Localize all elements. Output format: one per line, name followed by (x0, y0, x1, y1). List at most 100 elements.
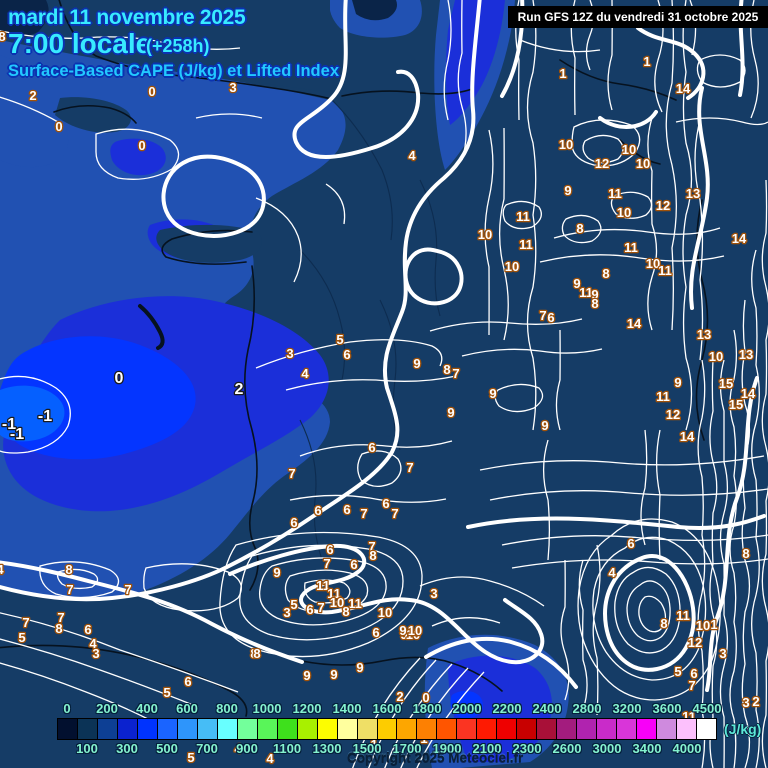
lifted-index-label: 8 (591, 296, 598, 311)
colorbar-tick: 1400 (332, 701, 362, 716)
lifted-index-label: 11 (624, 240, 638, 255)
lifted-index-label: 6 (350, 557, 357, 572)
lifted-index-label: 14 (627, 316, 642, 331)
colorbar-tick: 1200 (292, 701, 322, 716)
map-subtitle: Surface-Based CAPE (J/kg) et Lifted Inde… (8, 62, 339, 80)
lifted-index-label: 9 (447, 405, 454, 420)
colorbar-tick: 3200 (612, 701, 642, 716)
lifted-index-label: 8 (660, 616, 667, 631)
colorbar-cell (137, 719, 158, 739)
lifted-index-label: 6 (306, 602, 313, 617)
colorbar-cell (557, 719, 578, 739)
colorbar-cell (697, 719, 716, 739)
colorbar-tick: 1000 (252, 701, 282, 716)
lifted-index-label: 6 (382, 496, 389, 511)
colorbar-tick: 100 (76, 741, 98, 756)
lifted-index-label: 8 (443, 362, 450, 377)
weather-map-page: 8 2 3 0 0 0 1 1 14 4 10 10 10 12 9 11 13 11 10 12 8 10 11 14 11 1… (0, 0, 768, 768)
lifted-index-label: 8 (602, 266, 609, 281)
colorbar-cell (77, 719, 98, 739)
colorbar-cell (317, 719, 338, 739)
colorbar-tick: 300 (116, 741, 138, 756)
colorbar-tick: 1600 (372, 701, 402, 716)
colorbar-cell (537, 719, 558, 739)
lifted-index-label: 5 (290, 597, 297, 612)
date-line: mardi 11 novembre 2025 (8, 6, 246, 29)
colorbar-cell (377, 719, 398, 739)
run-offset-label: (+258h) (146, 36, 210, 56)
lifted-index-label: 9 (489, 386, 496, 401)
lifted-index-label: 7 (22, 615, 29, 630)
colorbar-cell (117, 719, 138, 739)
colorbar-tick: 0 (63, 701, 71, 716)
lifted-index-label: 9 (356, 660, 363, 675)
lifted-index-label: 3 (92, 646, 99, 661)
colorbar-tick: 500 (156, 741, 178, 756)
lifted-index-label: 7 (688, 678, 695, 693)
colorbar-tick: 3400 (632, 741, 662, 756)
colorbar-cell (97, 719, 118, 739)
lifted-index-label: 8 (576, 221, 583, 236)
colorbar-cell (617, 719, 638, 739)
lifted-index-label: 6 (184, 674, 191, 689)
lifted-index-label: 7 (391, 506, 398, 521)
lifted-index-label: 6 (368, 440, 375, 455)
lifted-index-label: 7 (406, 460, 413, 475)
lifted-index-label: 9 (541, 418, 548, 433)
colorbar-tick: 3600 (652, 701, 682, 716)
colorbar-cell (177, 719, 198, 739)
lifted-index-label: 3 (286, 346, 293, 361)
lifted-index-label: 15 (719, 376, 733, 391)
lifted-index-label: 6 (547, 310, 554, 325)
colorbar-cell (197, 719, 218, 739)
colorbar-tick: 2000 (452, 701, 482, 716)
lifted-index-label: 13 (739, 347, 753, 362)
lifted-index-label: 4 (301, 366, 309, 381)
lifted-index-label: 15 (729, 397, 743, 412)
colorbar-cell (637, 719, 658, 739)
colorbar-cell (277, 719, 298, 739)
lifted-index-label: 3 (283, 605, 290, 620)
lifted-index-label: 2 (235, 381, 244, 398)
lifted-index-label: 2 (752, 694, 759, 709)
lifted-index-label: 11 (658, 263, 672, 278)
lifted-index-label: 9 (399, 623, 406, 638)
colorbar-cell (297, 719, 318, 739)
cape-colorbar (57, 718, 717, 740)
lifted-index-label: 10 (559, 137, 573, 152)
colorbar-cell (417, 719, 438, 739)
lifted-index-label: 7 (323, 556, 330, 571)
lifted-index-label: 1 (643, 54, 650, 69)
lifted-index-label: 3 (742, 695, 749, 710)
colorbar-cell (157, 719, 178, 739)
lifted-index-label: 7 (360, 506, 367, 521)
cape-lifted-index-map: 8230001114410 1010129 11 1311 10 1281011 14111… (0, 0, 768, 768)
colorbar-cell (597, 719, 618, 739)
lifted-index-label: 10 (696, 618, 710, 633)
lifted-index-label: 0 (115, 370, 124, 387)
lifted-index-label: -1 (10, 426, 24, 443)
colorbar-tick: 800 (216, 701, 238, 716)
lifted-index-label: 11 (348, 596, 362, 611)
colorbar-tick: 2800 (572, 701, 602, 716)
lifted-index-label: 10 (478, 227, 492, 242)
lifted-index-label: 11 (656, 389, 670, 404)
colorbar-tick: 600 (176, 701, 198, 716)
lifted-index-label: 6 (314, 503, 321, 518)
colorbar-cell (477, 719, 498, 739)
lifted-index-label: 4 (408, 148, 416, 163)
lifted-index-label: 6 (343, 502, 350, 517)
lifted-index-label: 7 (452, 366, 459, 381)
lifted-index-label: 6 (84, 622, 91, 637)
colorbar-tick: 700 (196, 741, 218, 756)
colorbar-tick: 4000 (672, 741, 702, 756)
lifted-index-label: 9 (273, 565, 280, 580)
lifted-index-label: 12 (595, 156, 609, 171)
colorbar-tick: 1300 (312, 741, 342, 756)
colorbar-cell (357, 719, 378, 739)
colorbar-tick: 200 (96, 701, 118, 716)
lifted-index-label: 3 (430, 586, 437, 601)
lifted-index-label: 7 (539, 308, 546, 323)
lifted-index-label: 10 (505, 259, 519, 274)
lifted-index-label: 0 (148, 84, 155, 99)
